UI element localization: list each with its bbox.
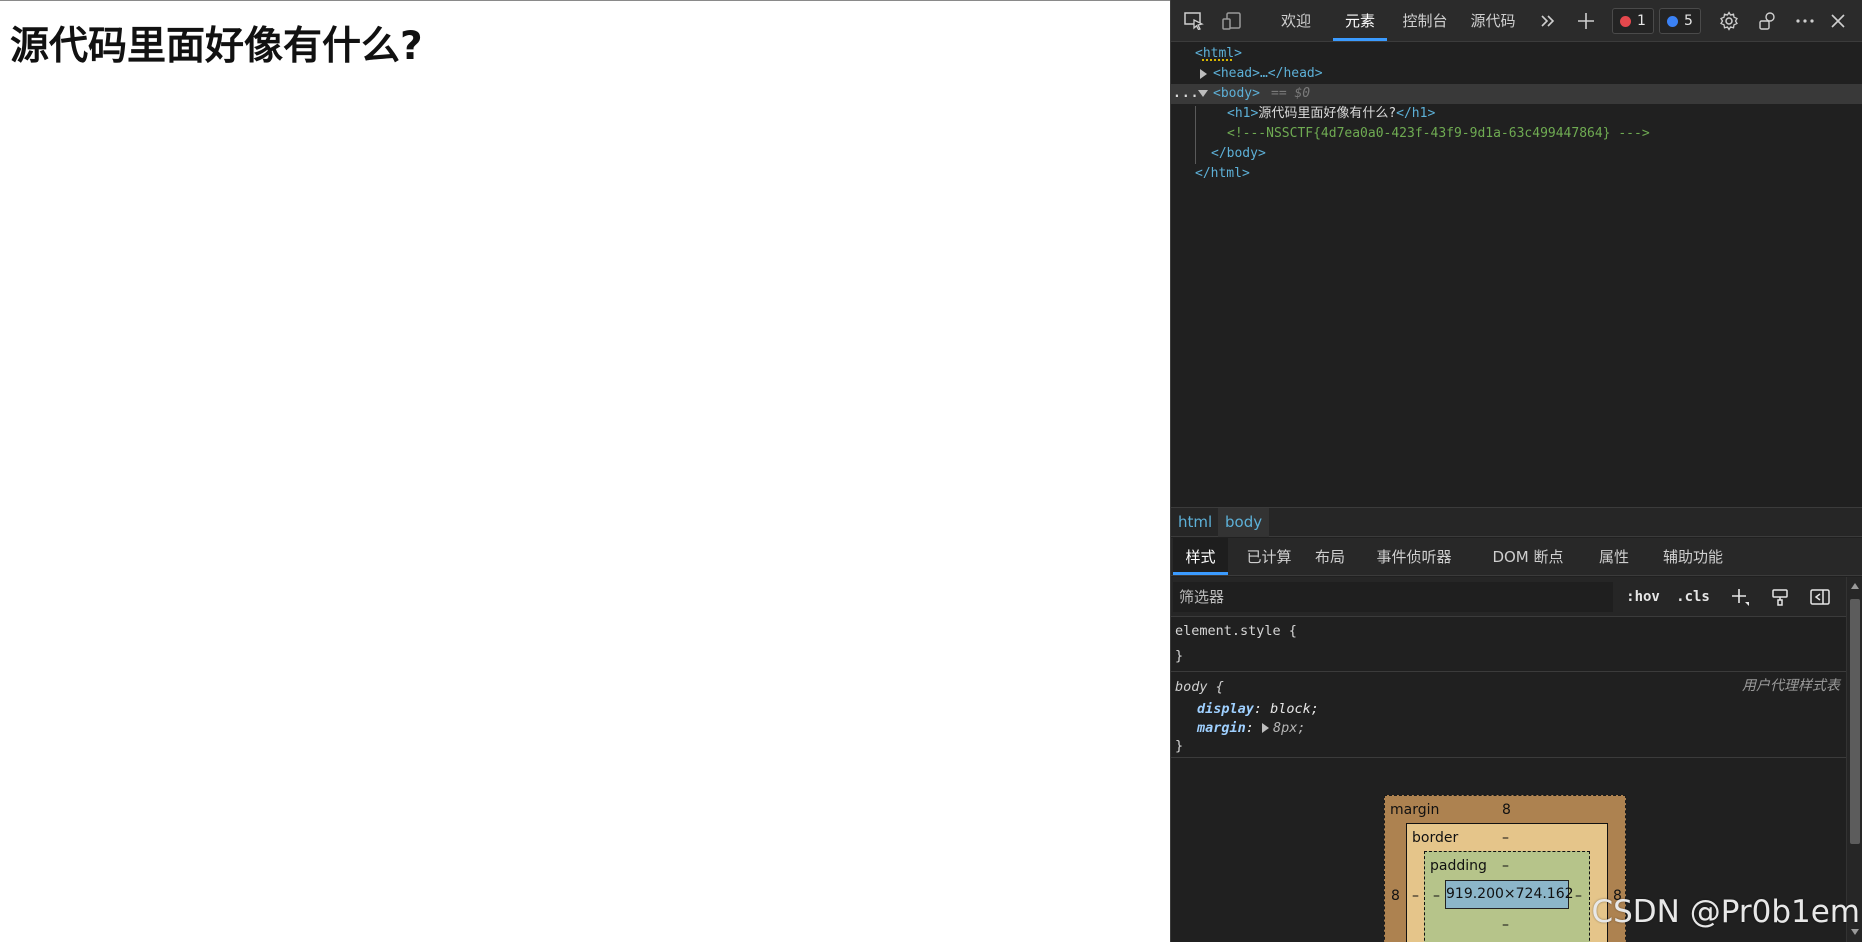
dom-html-open[interactable]: <html> xyxy=(1171,44,1862,64)
watermark: CSDN @Pr0b1em xyxy=(1591,894,1860,930)
breadcrumb-html[interactable]: html xyxy=(1171,508,1219,537)
tab-elements[interactable]: 元素 xyxy=(1333,0,1387,41)
element-state-paint-icon[interactable] xyxy=(1767,585,1793,609)
tab-styles[interactable]: 样式 xyxy=(1173,538,1228,575)
padding-left-value[interactable]: – xyxy=(1433,888,1440,904)
styles-filter-input[interactable] xyxy=(1173,582,1613,612)
message-icon xyxy=(1667,15,1678,27)
border-left-value[interactable]: – xyxy=(1412,888,1419,904)
expand-shorthand-icon[interactable] xyxy=(1262,720,1273,736)
dom-comment[interactable]: <!---NSSCTF{4d7ea0a0-423f-43f9-9d1a-63c4… xyxy=(1171,124,1862,144)
margin-top-value[interactable]: 8 xyxy=(1502,802,1511,818)
collapse-body-icon[interactable] xyxy=(1198,84,1214,104)
style-prop-margin[interactable]: margin: 8px; xyxy=(1197,718,1306,738)
html-close-tag: </html> xyxy=(1195,166,1250,181)
message-badge[interactable]: 5 xyxy=(1659,8,1701,34)
dom-html-close[interactable]: </html> xyxy=(1171,164,1862,184)
devtools-panel: 欢迎 元素 控制台 源代码 1 5 <html> <head>…</head> … xyxy=(1170,0,1862,942)
padding-bottom-value[interactable]: – xyxy=(1502,917,1509,933)
hover-state-button[interactable]: :hov xyxy=(1623,585,1663,609)
body-close-tag: </body> xyxy=(1211,146,1266,161)
dom-h1[interactable]: <h1>源代码里面好像有什么?</h1> xyxy=(1171,104,1862,124)
tab-sources[interactable]: 源代码 xyxy=(1461,0,1525,41)
more-tabs-icon[interactable] xyxy=(1535,9,1561,33)
screen: 源代码里面好像有什么? 欢迎 元素 控制台 源代码 1 5 <html> <he… xyxy=(0,0,1862,942)
scrollbar-thumb[interactable] xyxy=(1850,599,1860,844)
tab-layout[interactable]: 布局 xyxy=(1307,538,1353,575)
h1-node: <h1>源代码里面好像有什么?</h1> xyxy=(1227,104,1435,124)
body-rule-close-brace: } xyxy=(1175,738,1184,754)
device-toggle-icon[interactable] xyxy=(1219,9,1245,33)
tab-accessibility[interactable]: 辅助功能 xyxy=(1645,538,1741,575)
tab-properties[interactable]: 属性 xyxy=(1591,538,1637,575)
settings-icon[interactable] xyxy=(1716,9,1742,33)
error-count: 1 xyxy=(1637,13,1646,29)
page-viewport: 源代码里面好像有什么? xyxy=(0,0,1170,942)
style-prop-display[interactable]: display: block; xyxy=(1197,699,1319,719)
dom-body-close[interactable]: </body> xyxy=(1171,144,1862,164)
margin-left-value[interactable]: 8 xyxy=(1391,888,1400,904)
class-toggle-button[interactable]: .cls xyxy=(1673,585,1713,609)
body-tag: <body> xyxy=(1213,86,1260,101)
head-tag: <head>…</head> xyxy=(1213,66,1323,81)
padding-right-value[interactable]: – xyxy=(1575,888,1582,904)
dom-tree: <html> <head>…</head> ... <body> == $0 <… xyxy=(1171,42,1862,507)
dom-body-open[interactable]: ... <body> == $0 xyxy=(1171,84,1862,104)
node-actions-ellipsis[interactable]: ... xyxy=(1173,84,1199,104)
body-rule-selector[interactable]: body { xyxy=(1175,677,1224,697)
margin-label: margin xyxy=(1390,802,1440,818)
styles-panel-tabs: 样式 已计算 布局 事件侦听器 DOM 断点 属性 辅助功能 xyxy=(1171,538,1862,576)
element-style-rule[interactable]: element.style { } xyxy=(1171,618,1846,672)
more-options-icon[interactable] xyxy=(1792,9,1818,33)
border-label: border xyxy=(1412,830,1459,846)
body-style-rule[interactable]: body { 用户代理样式表 display: block; margin: 8… xyxy=(1171,672,1846,758)
scroll-up-icon[interactable] xyxy=(1851,583,1859,589)
tab-dom-breakpoints[interactable]: DOM 断点 xyxy=(1471,538,1585,575)
tab-console[interactable]: 控制台 xyxy=(1393,0,1457,41)
inspect-icon[interactable] xyxy=(1181,9,1207,33)
dom-head[interactable]: <head>…</head> xyxy=(1171,64,1862,84)
styles-scrollbar[interactable] xyxy=(1846,577,1862,942)
prop-name: margin xyxy=(1197,720,1246,736)
error-icon xyxy=(1620,15,1631,27)
prop-name: display xyxy=(1197,701,1254,717)
prop-value: block; xyxy=(1270,701,1319,717)
h1-open-tag: <h1> xyxy=(1227,106,1259,121)
tab-welcome[interactable]: 欢迎 xyxy=(1265,0,1327,41)
h1-close-tag: </h1> xyxy=(1396,106,1436,121)
error-badge[interactable]: 1 xyxy=(1612,8,1654,34)
add-tab-icon[interactable] xyxy=(1573,9,1599,33)
connection-icon[interactable] xyxy=(1755,9,1781,33)
padding-top-value[interactable]: – xyxy=(1502,858,1509,874)
html-comment-node: <!---NSSCTF{4d7ea0a0-423f-43f9-9d1a-63c4… xyxy=(1227,126,1650,141)
close-icon[interactable] xyxy=(1825,9,1851,33)
html-tag: <html> xyxy=(1195,46,1242,61)
tab-computed[interactable]: 已计算 xyxy=(1237,538,1301,575)
devtools-toolbar: 欢迎 元素 控制台 源代码 1 5 xyxy=(1171,0,1862,42)
message-count: 5 xyxy=(1684,13,1693,29)
tab-event-listeners[interactable]: 事件侦听器 xyxy=(1361,538,1467,575)
expand-head-icon[interactable] xyxy=(1200,64,1213,84)
page-heading: 源代码里面好像有什么? xyxy=(10,24,423,69)
element-style-selector[interactable]: element.style { xyxy=(1175,621,1297,641)
styles-filter-bar: :hov .cls xyxy=(1171,577,1846,617)
user-agent-stylesheet-label: 用户代理样式表 xyxy=(1742,678,1840,694)
prop-value: 8px; xyxy=(1273,720,1306,736)
breadcrumb-body[interactable]: body xyxy=(1218,508,1270,537)
element-style-close-brace: } xyxy=(1175,648,1184,664)
padding-label: padding xyxy=(1430,858,1487,874)
selected-node-marker: == $0 xyxy=(1271,86,1311,101)
box-model-content-size[interactable]: 919.200×724.162 xyxy=(1445,880,1574,909)
border-top-value[interactable]: – xyxy=(1502,830,1509,846)
toggle-sidebar-icon[interactable] xyxy=(1807,585,1833,609)
warning-underline xyxy=(1202,58,1232,61)
breadcrumb: html body xyxy=(1171,507,1862,537)
h1-text-node: 源代码里面好像有什么? xyxy=(1258,106,1397,121)
new-style-rule-icon[interactable] xyxy=(1727,585,1753,609)
